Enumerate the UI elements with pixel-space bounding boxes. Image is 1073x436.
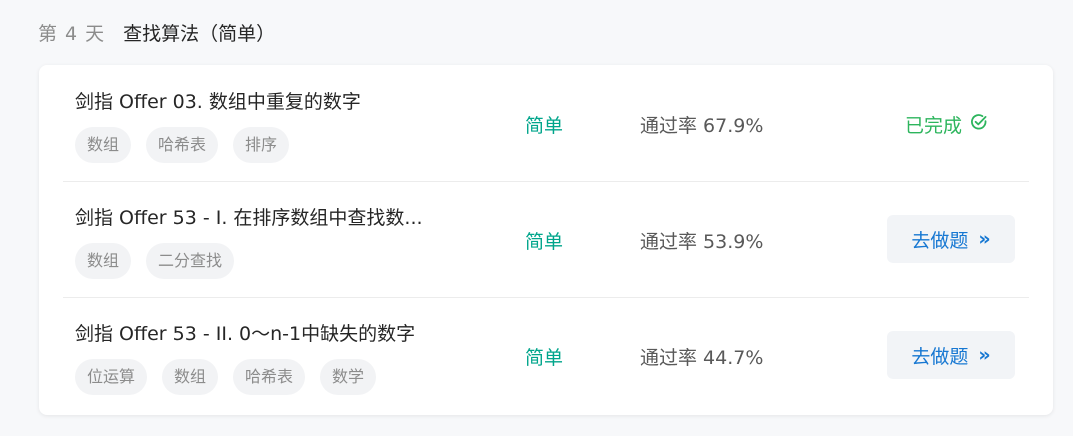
problem-list-card: 剑指 Offer 03. 数组中重复的数字 数组 哈希表 排序 简单 通过率 6… [39,65,1053,415]
difficulty-label: 简单 [525,115,564,137]
difficulty-label: 简单 [525,231,564,253]
pass-rate: 通过率 67.9% [640,115,764,137]
tag[interactable]: 排序 [233,127,290,163]
pass-rate: 通过率 53.9% [640,231,764,253]
double-chevron-right-icon: » [978,343,991,366]
tag[interactable]: 数学 [320,359,377,395]
check-circle-icon [970,113,988,136]
tag[interactable]: 位运算 [75,359,148,395]
solve-button[interactable]: 去做题 » [887,215,1015,263]
tag-list: 位运算 数组 哈希表 数学 [75,359,377,395]
tag[interactable]: 哈希表 [233,359,306,395]
tag[interactable]: 数组 [162,359,219,395]
pass-rate: 通过率 44.7% [640,347,764,369]
problem-row[interactable]: 剑指 Offer 53 - I. 在排序数组中查找数... 数组 二分查找 简单… [39,181,1053,297]
tag-list: 数组 哈希表 排序 [75,127,290,163]
completed-status: 已完成 [905,111,988,138]
solve-button-label: 去做题 [911,229,969,252]
tag[interactable]: 数组 [75,243,132,279]
double-chevron-right-icon: » [978,227,991,250]
section-title: 查找算法（简单） [123,22,276,45]
problem-row[interactable]: 剑指 Offer 03. 数组中重复的数字 数组 哈希表 排序 简单 通过率 6… [39,65,1053,181]
tag[interactable]: 哈希表 [146,127,219,163]
day-label: 第 4 天 [38,22,106,45]
solve-button-label: 去做题 [911,345,969,368]
problem-row[interactable]: 剑指 Offer 53 - II. 0～n-1中缺失的数字 位运算 数组 哈希表… [39,297,1053,413]
tag-list: 数组 二分查找 [75,243,235,279]
status-label: 已完成 [905,115,963,137]
problem-title[interactable]: 剑指 Offer 53 - I. 在排序数组中查找数... [75,203,423,230]
section-header: 第 4 天 查找算法（简单） [38,18,275,46]
tag[interactable]: 二分查找 [146,243,235,279]
tag[interactable]: 数组 [75,127,132,163]
problem-title[interactable]: 剑指 Offer 03. 数组中重复的数字 [75,87,361,114]
difficulty-label: 简单 [525,347,564,369]
problem-title[interactable]: 剑指 Offer 53 - II. 0～n-1中缺失的数字 [75,319,415,346]
solve-button[interactable]: 去做题 » [887,331,1015,379]
